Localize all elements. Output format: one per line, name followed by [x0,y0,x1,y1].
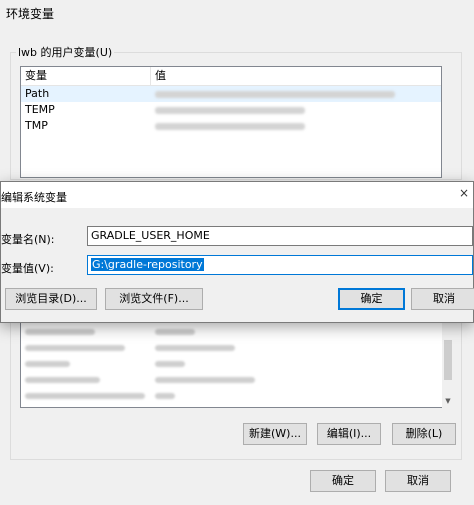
list-item[interactable] [21,388,453,404]
dialog-cancel-button[interactable]: 取消 [411,288,474,310]
variable-value-redacted [151,356,453,372]
variable-name-redacted [21,356,151,372]
edit-system-variable-dialog: 编辑系统变量 × 变量名(N): GRADLE_USER_HOME 变量值(V)… [0,181,474,323]
variable-name-redacted [21,340,151,356]
variable-name-redacted [21,324,151,340]
user-variables-label: lwb 的用户变量(U) [16,44,115,60]
variable-name: TMP [25,119,48,132]
list-item[interactable]: Path [21,86,441,102]
list-item[interactable] [21,356,453,372]
dialog-ok-button[interactable]: 确定 [338,288,405,310]
browse-file-button[interactable]: 浏览文件(F)... [105,288,203,310]
variable-value-redacted [151,372,453,388]
edit-button[interactable]: 编辑(I)... [317,423,381,445]
close-icon[interactable]: × [457,186,471,202]
variable-name-redacted [21,372,151,388]
variable-value-redacted [151,324,453,340]
variable-value-redacted [151,102,441,118]
variable-value-redacted [151,118,441,134]
variable-value-input[interactable]: G:\gradle-repository [87,255,473,275]
variable-value-redacted [151,86,441,102]
cancel-button[interactable]: 取消 [385,470,451,492]
chevron-down-icon[interactable]: ▼ [442,394,454,408]
list-item[interactable]: TMP [21,118,441,134]
variable-value-redacted [151,340,453,356]
delete-button[interactable]: 删除(L) [392,423,456,445]
dialog-titlebar[interactable]: 编辑系统变量 × [1,182,473,208]
list-header: 变量 值 [21,67,441,86]
dialog-title: 编辑系统变量 [1,191,67,204]
list-item[interactable]: TEMP [21,102,441,118]
user-variables-list[interactable]: 变量 值 Path TEMP TMP [20,66,442,178]
selected-text: G:\gradle-repository [91,258,204,271]
variable-value-redacted [151,388,453,404]
variable-name-redacted [21,388,151,404]
ok-button[interactable]: 确定 [310,470,376,492]
list-item[interactable] [21,372,453,388]
browse-directory-button[interactable]: 浏览目录(D)... [5,288,97,310]
list-item[interactable] [21,340,453,356]
variable-name: TEMP [25,103,55,116]
column-header-variable[interactable]: 变量 [21,67,151,85]
variable-name-input[interactable]: GRADLE_USER_HOME [87,226,473,246]
list-item[interactable] [21,324,453,340]
system-variables-list[interactable] [20,320,454,408]
variable-value-label: 变量值(V): [1,262,54,275]
new-button[interactable]: 新建(W)... [243,423,307,445]
variable-name-label: 变量名(N): [1,233,55,246]
column-header-value[interactable]: 值 [151,67,441,85]
system-list-scrollbar[interactable]: ▼ [442,322,454,408]
scrollbar-thumb[interactable] [444,340,452,380]
variable-name: Path [25,87,50,100]
window-title: 环境变量 [6,7,55,21]
